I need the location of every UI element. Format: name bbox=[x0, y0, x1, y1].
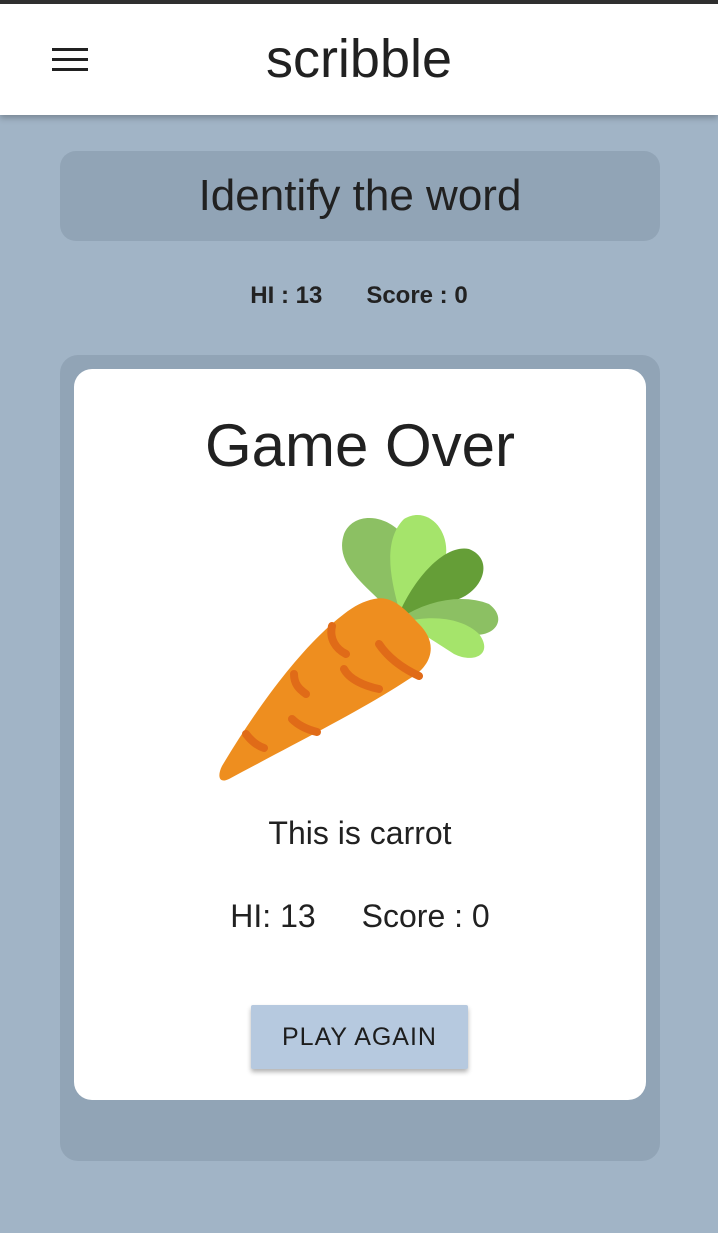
answer-text: This is carrot bbox=[268, 815, 452, 851]
score-bar: HI : 13 Score : 0 bbox=[0, 282, 718, 310]
final-high-score: HI: 13 bbox=[230, 898, 316, 934]
app-bar: scribble bbox=[0, 0, 718, 115]
score-label: Score : 0 bbox=[366, 282, 468, 309]
carrot-image bbox=[219, 515, 499, 781]
high-score-label: HI : 13 bbox=[250, 282, 323, 309]
prompt-text: Identify the word bbox=[198, 171, 522, 220]
play-again-button[interactable]: PLAY AGAIN bbox=[251, 1005, 468, 1069]
final-score: Score : 0 bbox=[361, 898, 490, 934]
game-over-card: Game Over This is carrot HI: 13 Score : 0… bbox=[74, 369, 646, 1100]
game-over-heading: Game Over bbox=[204, 412, 516, 479]
prompt-banner: Identify the word bbox=[60, 151, 660, 241]
final-score-bar: HI: 13 Score : 0 bbox=[74, 898, 646, 935]
app-title: scribble bbox=[265, 29, 453, 89]
